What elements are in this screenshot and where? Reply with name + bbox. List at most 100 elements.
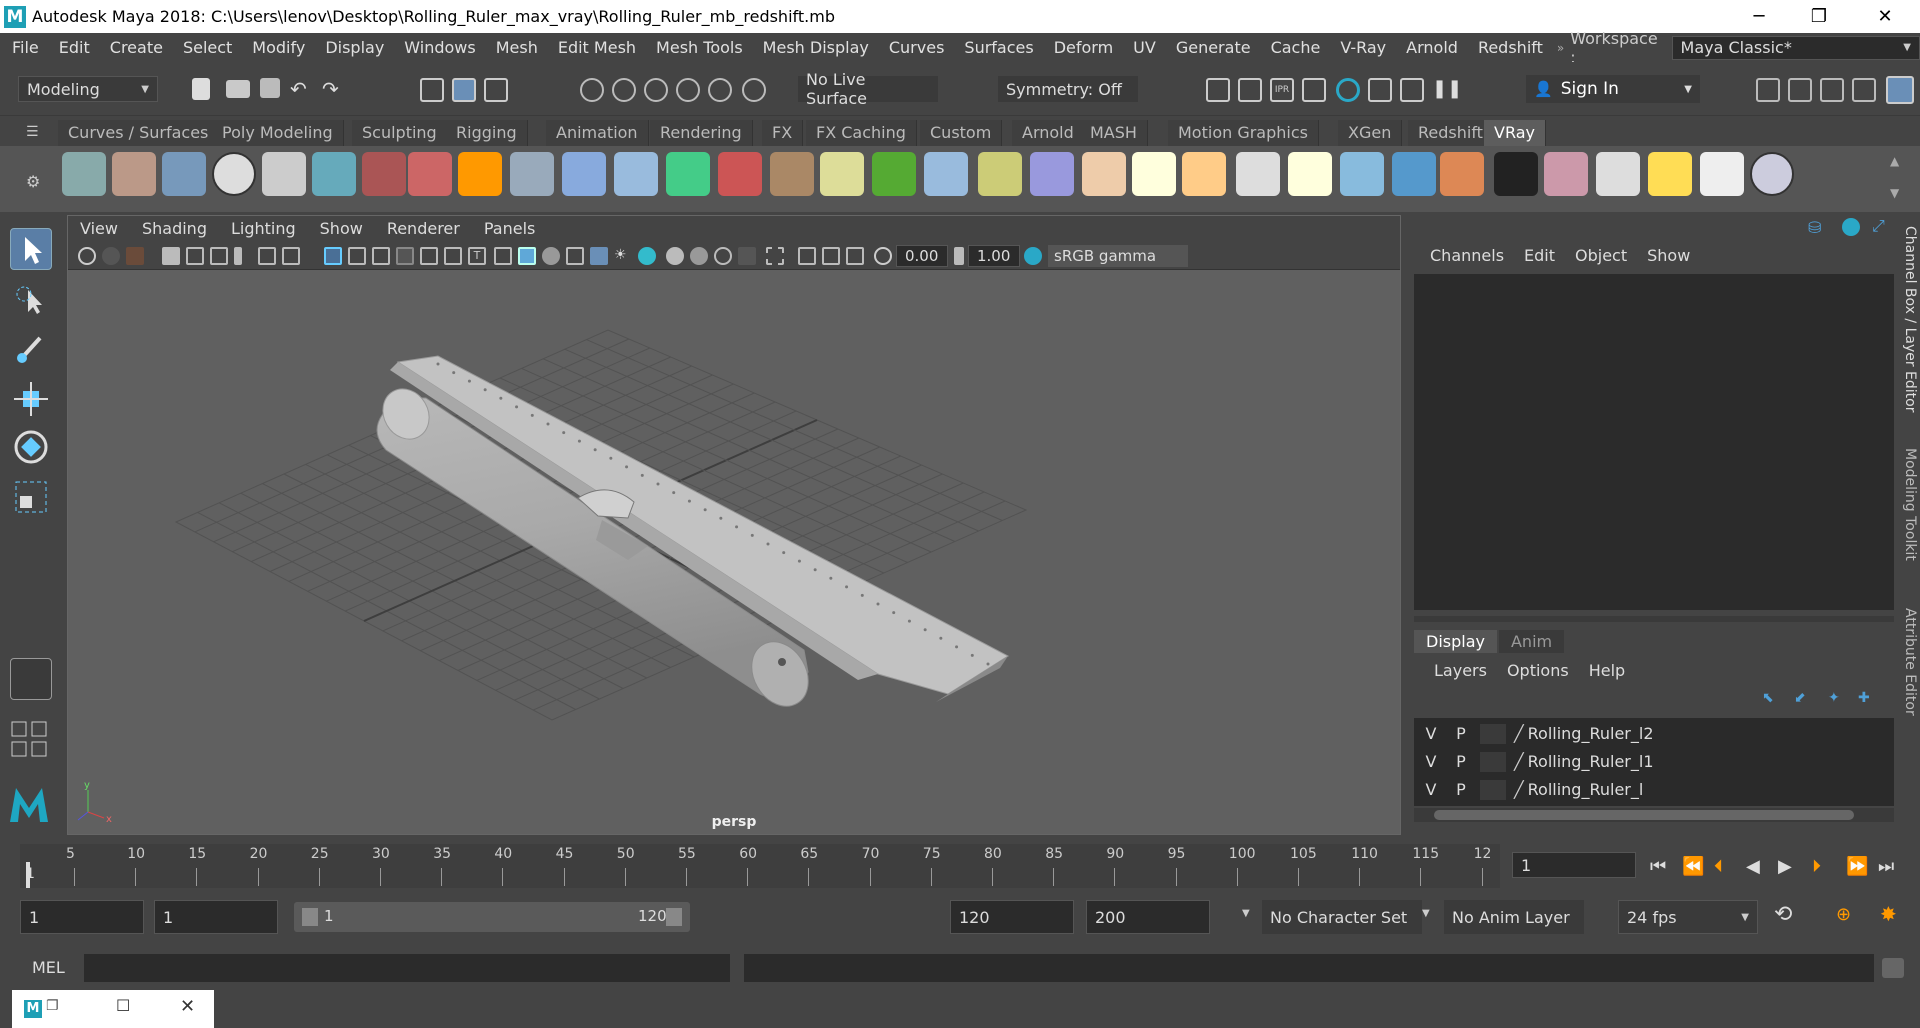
shelf-tab-curves-surfaces[interactable]: Curves / Surfaces xyxy=(58,120,220,146)
field-chart-icon[interactable] xyxy=(282,247,300,265)
hud-icon[interactable]: T xyxy=(468,247,486,265)
vray-camera-icon[interactable] xyxy=(362,152,406,196)
shelf-tab-sculpting[interactable]: Sculpting xyxy=(352,120,448,146)
step-back-key-icon[interactable]: ⏪ xyxy=(1682,856,1704,877)
vray-proxy-icon[interactable] xyxy=(718,152,762,196)
live-surface-field[interactable]: No Live Surface xyxy=(798,70,938,108)
shelf-tab-fx-caching[interactable]: FX Caching xyxy=(806,120,917,146)
new-scene-icon[interactable] xyxy=(192,78,210,100)
ipr-render-icon[interactable]: IPR xyxy=(1270,78,1294,102)
mel-label[interactable]: MEL xyxy=(32,958,65,977)
shelf-tab-arnold[interactable]: Arnold xyxy=(1012,120,1085,146)
wireframe-icon[interactable] xyxy=(494,247,512,265)
gate-mask-icon[interactable] xyxy=(396,247,414,265)
vray-material-icon[interactable] xyxy=(408,152,452,196)
chevron-down-icon[interactable]: ▼ xyxy=(1422,908,1430,919)
menu-uv[interactable]: UV xyxy=(1123,33,1166,62)
new-layer-icon[interactable]: ✦ xyxy=(1828,690,1840,706)
vray-half-sphere-icon[interactable] xyxy=(1440,152,1484,196)
redo-icon[interactable]: ↷ xyxy=(322,79,346,104)
script-editor-icon[interactable] xyxy=(1882,958,1904,978)
safe-title-icon[interactable] xyxy=(444,247,462,265)
shelf-tab-rigging[interactable]: Rigging xyxy=(446,120,528,146)
range-start-handle[interactable] xyxy=(302,908,318,926)
move-tool-icon[interactable] xyxy=(10,378,52,420)
field-chart-toggle-icon[interactable] xyxy=(420,247,438,265)
vray-blue-sphere-icon[interactable] xyxy=(1392,152,1436,196)
paint-select-tool-icon[interactable] xyxy=(10,328,52,370)
scale-tool-icon[interactable] xyxy=(10,476,52,518)
exposure-icon[interactable] xyxy=(874,247,892,265)
layer-color-swatch[interactable] xyxy=(1480,723,1506,744)
layer-menu-layers[interactable]: Layers xyxy=(1424,661,1497,680)
attribute-editor-icon[interactable] xyxy=(1788,78,1812,102)
smooth-shade-icon[interactable] xyxy=(518,247,536,265)
animation-end-field[interactable]: 200 xyxy=(1086,900,1210,934)
isolate-select-icon[interactable] xyxy=(766,247,784,265)
menu-surfaces[interactable]: Surfaces xyxy=(954,33,1043,62)
vray-frame-buffer-icon[interactable] xyxy=(112,152,156,196)
vray-log-icon[interactable] xyxy=(262,152,306,196)
shelf-tab-motion-graphics[interactable]: Motion Graphics xyxy=(1168,120,1319,146)
vray-grass-icon[interactable] xyxy=(872,152,916,196)
select-component-icon[interactable] xyxy=(484,78,508,102)
vray-dome-icon[interactable] xyxy=(1030,152,1074,196)
render-current-icon[interactable] xyxy=(1238,78,1262,102)
shelf-tab-poly-modeling[interactable]: Poly Modeling xyxy=(212,120,344,146)
vray-globe-icon[interactable] xyxy=(820,152,864,196)
shelf-scroll-down-icon[interactable]: ▼ xyxy=(1890,186,1899,200)
menu-mesh[interactable]: Mesh xyxy=(486,33,548,62)
hypershade-icon[interactable] xyxy=(1336,78,1360,102)
layer-scrollbar[interactable] xyxy=(1414,808,1894,822)
command-input[interactable] xyxy=(84,954,730,982)
gamma-icon[interactable] xyxy=(954,247,964,265)
modeling-toolkit-side-tab[interactable]: Modeling Toolkit xyxy=(1902,448,1918,561)
vray-help-icon[interactable] xyxy=(1750,152,1794,196)
layer-row[interactable]: V P ╱ Rolling_Ruler_l xyxy=(1416,776,1888,803)
xray-icon[interactable] xyxy=(590,247,608,265)
workspace-dropdown[interactable]: Maya Classic* ▼ xyxy=(1671,35,1920,60)
vray-fire-icon[interactable] xyxy=(458,152,502,196)
channel-box-side-tab[interactable]: Channel Box / Layer Editor xyxy=(1902,226,1918,412)
light-editor-icon[interactable] xyxy=(1400,78,1424,102)
snap-rotate-icon[interactable] xyxy=(742,78,766,102)
shadows-icon[interactable] xyxy=(638,247,656,265)
snap-point-icon[interactable] xyxy=(644,78,668,102)
vray-plane-icon[interactable] xyxy=(510,152,554,196)
viewport-menu-view[interactable]: View xyxy=(68,216,130,242)
open-scene-icon[interactable] xyxy=(226,80,250,98)
snap-live-icon[interactable] xyxy=(708,78,732,102)
layer-menu-options[interactable]: Options xyxy=(1497,661,1579,680)
gamma-field[interactable]: 1.00 xyxy=(968,245,1020,267)
menu-cache[interactable]: Cache xyxy=(1261,33,1331,62)
channelbox-menu-channels[interactable]: Channels xyxy=(1420,246,1514,265)
layer-row[interactable]: V P ╱ Rolling_Ruler_l2 xyxy=(1416,720,1888,747)
single-pane-layout-icon[interactable] xyxy=(10,658,52,700)
auto-key-icon[interactable]: ⊕ xyxy=(1836,904,1851,925)
symmetry-field[interactable]: Symmetry: Off xyxy=(998,76,1138,102)
go-to-end-icon[interactable]: ⏭ xyxy=(1878,856,1894,877)
save-scene-icon[interactable] xyxy=(260,78,280,98)
layer-scrollbar-thumb[interactable] xyxy=(1434,810,1854,820)
render-settings-icon[interactable] xyxy=(1302,78,1326,102)
rolling-ruler-model[interactable] xyxy=(374,355,1009,716)
range-slider[interactable]: 1 120 xyxy=(294,902,690,932)
bookmark-flag-icon[interactable] xyxy=(234,247,242,265)
channel-box-toggle-icon[interactable] xyxy=(1886,76,1914,104)
viewport-menu-shading[interactable]: Shading xyxy=(130,216,219,242)
go-to-start-icon[interactable]: ⏮ xyxy=(1650,856,1666,877)
vray-sun-icon[interactable] xyxy=(1288,152,1332,196)
vray-cube-icon[interactable] xyxy=(562,152,606,196)
attribute-editor-side-tab[interactable]: Attribute Editor xyxy=(1902,608,1918,716)
outliner-icon[interactable] xyxy=(1852,78,1876,102)
character-set-field[interactable]: No Character Set xyxy=(1262,900,1422,934)
menu-deform[interactable]: Deform xyxy=(1044,33,1123,62)
grid-toggle-icon[interactable] xyxy=(324,247,342,265)
minimize-button[interactable]: ─ xyxy=(1730,0,1788,33)
wireframe-on-shaded-icon[interactable] xyxy=(542,247,560,265)
current-frame-field[interactable]: 1 xyxy=(1512,852,1636,878)
time-slider[interactable]: 1 5 10 15 20 25 30 35 40 45 50 55 60 65 70 75 80 85 90 95 10… xyxy=(0,844,1920,890)
play-backwards-icon[interactable]: ◀ xyxy=(1746,856,1760,877)
vray-terrain-icon[interactable] xyxy=(666,152,710,196)
playback-start-field[interactable]: 1 xyxy=(154,900,278,934)
